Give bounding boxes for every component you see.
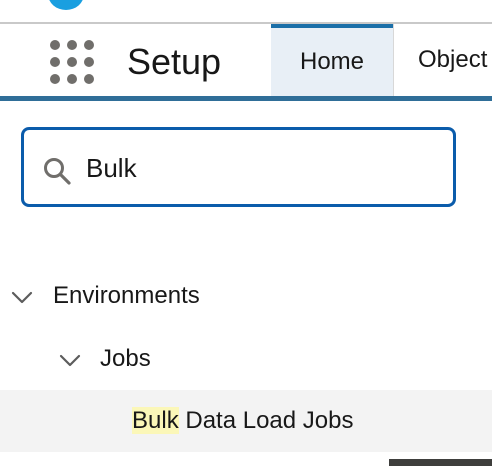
bottom-edge-bar — [389, 459, 492, 466]
header-bottom-border — [0, 96, 492, 101]
tab-object-manager[interactable]: Object — [418, 24, 487, 96]
tree-item-bulk-data-load-jobs[interactable]: Bulk Data Load Jobs — [0, 390, 492, 452]
tree-item-jobs[interactable]: Jobs — [0, 329, 492, 389]
global-header-strip — [0, 0, 492, 22]
tab-home[interactable]: Home — [271, 24, 393, 96]
chevron-down-icon[interactable] — [58, 351, 82, 371]
chevron-down-icon[interactable] — [10, 288, 34, 308]
tree-item-label: Jobs — [100, 345, 151, 372]
logo-icon — [49, 0, 83, 10]
tab-divider — [393, 24, 394, 96]
tree-item-label[interactable]: Bulk Data Load Jobs — [132, 391, 353, 451]
search-icon — [44, 158, 71, 185]
app-title: Setup — [127, 41, 222, 82]
search-match-highlight: Bulk — [132, 407, 179, 434]
tree-item-label-rest: Data Load Jobs — [178, 407, 354, 434]
quick-find-search[interactable] — [21, 127, 456, 207]
tree-item-environments[interactable]: Environments — [0, 266, 492, 326]
quick-find-input[interactable] — [86, 146, 426, 190]
tree-item-label: Environments — [53, 282, 200, 309]
app-launcher-grid-icon[interactable] — [48, 38, 98, 86]
